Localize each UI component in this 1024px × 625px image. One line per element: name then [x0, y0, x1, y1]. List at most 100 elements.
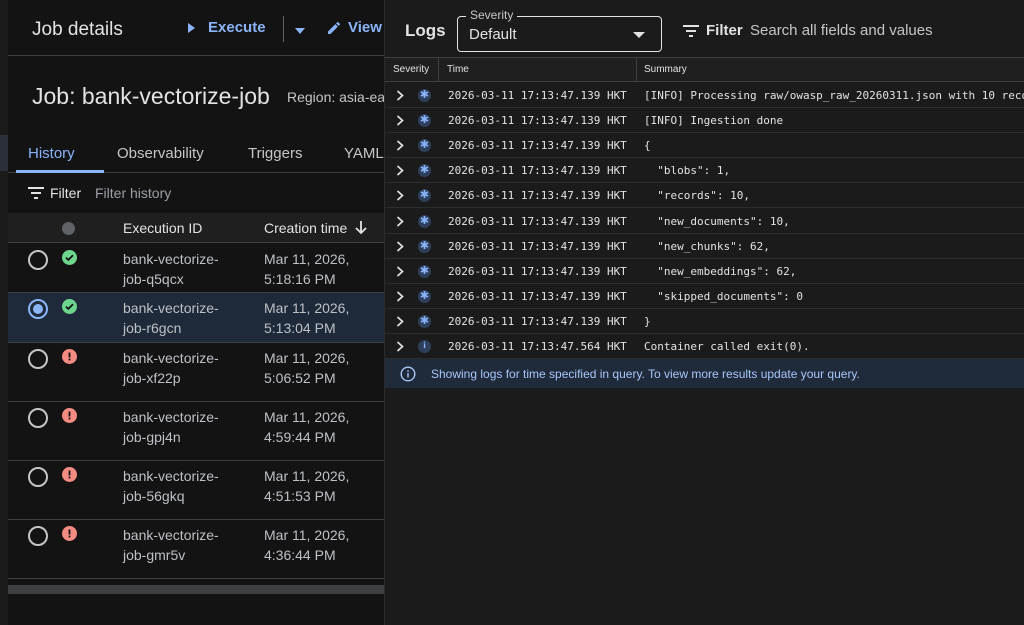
table-row[interactable]: bank-vectorize-job-gpj4n Mar 11, 2026, 4:5… [8, 402, 384, 461]
row-select-radio[interactable] [28, 408, 48, 428]
severity-default-icon: ✱ [418, 213, 431, 228]
row-select-radio[interactable] [28, 299, 48, 319]
log-entry-row[interactable]: ✱ 2026-03-11 17:13:47.139 HKT "records": … [385, 183, 1024, 209]
table-row[interactable]: bank-vectorize-job-q5qcx Mar 11, 2026, 5:1… [8, 244, 384, 293]
log-entry-row[interactable]: ✱ 2026-03-11 17:13:47.139 HKT "new_embedd… [385, 259, 1024, 284]
logs-filter-label: Filter [706, 22, 743, 39]
table-row[interactable]: bank-vectorize-job-gmr5v Mar 11, 2026, 4:3… [8, 520, 384, 579]
execution-id-link[interactable]: bank-vectorize-job-gmr5v [123, 525, 219, 565]
error-alert-icon [62, 526, 77, 541]
table-row[interactable]: bank-vectorize-job-xf22p Mar 11, 2026, 5:0… [8, 343, 384, 402]
log-entry-row[interactable]: ✱ 2026-03-11 17:13:47.139 HKT "new_docume… [385, 209, 1024, 234]
log-timestamp: 2026-03-11 17:13:47.139 HKT [448, 189, 627, 203]
error-alert-icon [62, 349, 77, 364]
column-header-execution-id[interactable]: Execution ID [123, 220, 202, 236]
row-select-radio[interactable] [28, 349, 48, 369]
expand-chevron-icon[interactable] [396, 316, 404, 327]
log-timestamp: 2026-03-11 17:13:47.564 HKT [448, 340, 627, 353]
status-column-icon [62, 222, 75, 235]
expand-chevron-icon[interactable] [396, 165, 404, 176]
view-and-edit-button[interactable]: View & [326, 19, 384, 36]
execution-id-line1: bank-vectorize- [123, 350, 219, 366]
creation-date: Mar 11, 2026, [264, 527, 350, 543]
column-divider[interactable] [636, 58, 637, 82]
log-summary: "skipped_documents": 0 [644, 289, 803, 303]
execute-button[interactable]: Execute [188, 19, 266, 36]
expand-chevron-icon[interactable] [396, 140, 404, 151]
creation-time-cell: Mar 11, 2026, 5:18:16 PM [264, 249, 349, 289]
column-header-summary[interactable]: Summary [644, 64, 687, 75]
creation-clock: 5:13:04 PM [264, 320, 336, 336]
log-entry-row[interactable]: ✱ 2026-03-11 17:13:47.139 HKT "new_chunks… [385, 234, 1024, 259]
filter-icon [28, 187, 44, 199]
row-select-radio[interactable] [28, 526, 48, 546]
tab-observability[interactable]: Observability [117, 145, 204, 162]
log-summary: "new_chunks": 62, [644, 239, 770, 253]
filter-history-input[interactable]: Filter history [95, 185, 171, 201]
tab-yaml[interactable]: YAML [344, 145, 384, 162]
column-header-creation-time[interactable]: Creation time [264, 220, 367, 236]
log-summary: [INFO] Processing raw/owasp_raw_20260311… [644, 89, 1024, 102]
active-tab-indicator [16, 170, 104, 173]
log-entry-row[interactable]: ✱ 2026-03-11 17:13:47.139 HKT [INFO] Proce… [385, 83, 1024, 108]
tab-history[interactable]: History [28, 145, 75, 162]
severity-default-icon: ✱ [418, 238, 431, 253]
expand-chevron-icon[interactable] [396, 266, 404, 277]
logs-search-input[interactable]: Search all fields and values [750, 22, 933, 39]
log-entry-row[interactable]: ✱ 2026-03-11 17:13:47.139 HKT [INFO] Inges… [385, 108, 1024, 134]
log-summary: { [644, 139, 651, 153]
execution-id-link[interactable]: bank-vectorize-job-gpj4n [123, 407, 219, 447]
severity-info-icon: i [418, 340, 431, 353]
success-check-icon [62, 250, 77, 265]
log-timestamp: 2026-03-11 17:13:47.139 HKT [448, 164, 627, 178]
column-header-severity[interactable]: Severity [393, 64, 429, 75]
expand-chevron-icon[interactable] [396, 115, 404, 126]
execute-options-chevron-icon[interactable] [295, 28, 305, 34]
creation-time-cell: Mar 11, 2026, 5:06:52 PM [264, 348, 349, 388]
row-select-radio[interactable] [28, 467, 48, 487]
creation-clock: 4:59:44 PM [264, 429, 336, 445]
execution-id-link[interactable]: bank-vectorize-job-q5qcx [123, 249, 219, 289]
expand-chevron-icon[interactable] [396, 341, 404, 352]
row-select-radio[interactable] [28, 250, 48, 270]
tab-triggers[interactable]: Triggers [248, 145, 302, 162]
logs-filter-button[interactable]: Filter [683, 22, 743, 39]
log-timestamp: 2026-03-11 17:13:47.139 HKT [448, 314, 627, 328]
region-label: Region: asia-eas [287, 89, 384, 105]
expand-chevron-icon[interactable] [396, 190, 404, 202]
job-details-panel: Job details Execute View & Job: bank-vec… [0, 0, 384, 625]
execution-id-link[interactable]: bank-vectorize-job-r6gcn [123, 298, 219, 338]
expand-chevron-icon[interactable] [396, 90, 404, 101]
log-entry-row[interactable]: ✱ 2026-03-11 17:13:47.139 HKT { [385, 133, 1024, 159]
execution-id-link[interactable]: bank-vectorize-job-56gkq [123, 466, 219, 506]
log-entry-row[interactable]: i 2026-03-11 17:13:47.564 HKT Container ca… [385, 334, 1024, 359]
table-row[interactable]: bank-vectorize-job-r6gcn Mar 11, 2026, 5:1… [8, 293, 384, 343]
execution-id-line1: bank-vectorize- [123, 409, 219, 425]
filter-icon [683, 24, 699, 37]
expand-chevron-icon[interactable] [396, 291, 404, 302]
creation-time-cell: Mar 11, 2026, 4:51:53 PM [264, 466, 349, 506]
horizontal-scrollbar[interactable] [8, 585, 384, 594]
creation-time-cell: Mar 11, 2026, 5:13:04 PM [264, 298, 349, 338]
log-entry-row[interactable]: ✱ 2026-03-11 17:13:47.139 HKT "skipped_do… [385, 284, 1024, 309]
execution-id-line1: bank-vectorize- [123, 527, 219, 543]
severity-default-icon: ✱ [418, 88, 431, 102]
severity-default-icon: ✱ [418, 188, 431, 203]
toolbar-title: Job details [32, 19, 123, 40]
severity-default-icon: ✱ [418, 263, 431, 278]
log-entry-row[interactable]: ✱ 2026-03-11 17:13:47.139 HKT} [385, 309, 1024, 334]
column-header-time[interactable]: Time [447, 64, 469, 75]
creation-clock: 5:06:52 PM [264, 370, 336, 386]
column-divider[interactable] [438, 58, 439, 82]
nav-rail [0, 0, 8, 625]
severity-select[interactable]: Severity Default [457, 8, 662, 52]
table-row[interactable]: bank-vectorize-job-56gkq Mar 11, 2026, 4:5… [8, 461, 384, 520]
creation-date: Mar 11, 2026, [264, 409, 350, 425]
log-timestamp: 2026-03-11 17:13:47.139 HKT [448, 114, 627, 128]
expand-chevron-icon[interactable] [396, 215, 404, 227]
log-summary: "new_documents": 10, [644, 214, 790, 228]
execution-id-link[interactable]: bank-vectorize-job-xf22p [123, 348, 219, 388]
log-entry-row[interactable]: ✱ 2026-03-11 17:13:47.139 HKT "blobs": 1, [385, 158, 1024, 184]
expand-chevron-icon[interactable] [396, 240, 404, 252]
creation-date: Mar 11, 2026, [264, 350, 350, 366]
